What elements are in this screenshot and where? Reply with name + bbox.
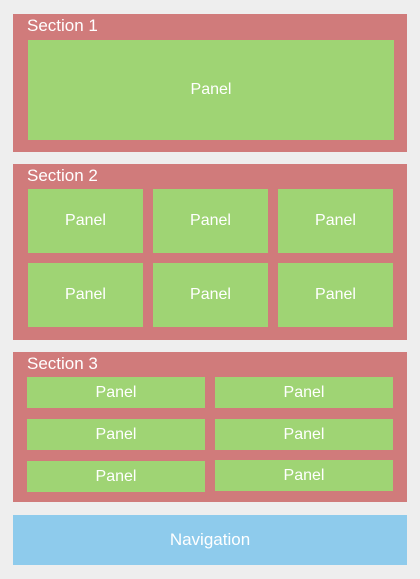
panel[interactable]: Panel: [278, 263, 393, 327]
panel[interactable]: Panel: [27, 377, 205, 408]
panel[interactable]: Panel: [27, 419, 205, 450]
panel[interactable]: Panel: [27, 461, 205, 492]
section-title: Section 2: [27, 166, 98, 185]
section-2: Section 2 Panel Panel Panel Panel Panel …: [13, 164, 407, 340]
panel[interactable]: Panel: [215, 419, 393, 450]
section-3: Section 3 Panel Panel Panel Panel Panel …: [13, 352, 407, 502]
section-title: Section 1: [27, 16, 98, 35]
panel[interactable]: Panel: [153, 263, 268, 327]
panel[interactable]: Panel: [153, 189, 268, 253]
panel[interactable]: Panel: [215, 377, 393, 408]
panel[interactable]: Panel: [28, 189, 143, 253]
navigation-bar[interactable]: Navigation: [13, 515, 407, 565]
panel[interactable]: Panel: [278, 189, 393, 253]
panel[interactable]: Panel: [215, 460, 393, 491]
panel[interactable]: Panel: [28, 263, 143, 327]
section-title: Section 3: [27, 354, 98, 373]
panel[interactable]: Panel: [28, 40, 394, 140]
section-1: Section 1 Panel: [13, 14, 407, 152]
